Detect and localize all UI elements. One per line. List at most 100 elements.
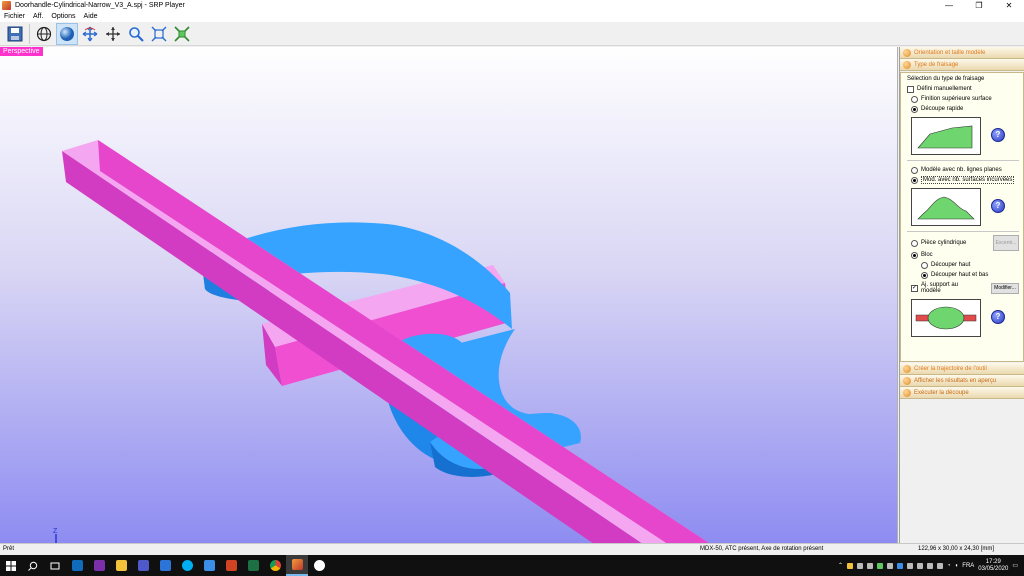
fit-all-button[interactable]: [171, 23, 193, 45]
tray-icon[interactable]: [917, 562, 924, 569]
menu-fichier[interactable]: Fichier: [4, 13, 25, 20]
excentric-button[interactable]: Excentr...: [993, 235, 1019, 251]
volume-icon[interactable]: ◖: [955, 563, 959, 569]
rotate-button[interactable]: [79, 23, 101, 45]
cut-top-bottom-radio-row[interactable]: Découper haut et bas: [907, 270, 1019, 280]
support-row: ✓ Aj. support au modèle Modifier...: [907, 280, 1019, 296]
app-x-icon: [159, 560, 171, 571]
save-icon: [7, 26, 23, 41]
selection-title: Sélection du type de fraisage: [907, 76, 985, 82]
tray-icon[interactable]: [937, 562, 944, 569]
tray-icon[interactable]: [927, 562, 934, 569]
model-curved-preview-row: ?: [907, 185, 1019, 226]
menu-aide[interactable]: Aide: [84, 13, 98, 20]
tray-icon[interactable]: [907, 562, 914, 569]
manual-checkbox-row[interactable]: Défini manuellement: [907, 84, 1019, 94]
tray-icon[interactable]: [847, 562, 854, 569]
header-milling-type[interactable]: Type de fraisage: [900, 59, 1024, 71]
finish-top-radio-row[interactable]: Finition supérieure surface: [907, 94, 1019, 104]
header-preview-label: Afficher les résultats en aperçu: [914, 377, 997, 384]
save-button[interactable]: [4, 23, 26, 45]
taskbar-explorer[interactable]: [110, 555, 132, 576]
tray-icon[interactable]: [877, 562, 884, 569]
onenote-icon: [93, 560, 105, 571]
globe-button[interactable]: [33, 23, 55, 45]
tray-icon[interactable]: [867, 562, 874, 569]
milling-type-body: Sélection du type de fraisage Défini man…: [900, 72, 1024, 362]
tray-icon[interactable]: [857, 562, 864, 569]
cut-top-radio-row[interactable]: Découper haut: [907, 260, 1019, 270]
sphere-button[interactable]: [56, 22, 78, 45]
finish-top-radio[interactable]: [911, 95, 918, 103]
fast-cut-radio-row[interactable]: Découpe rapide: [907, 104, 1019, 114]
taskbar-skype[interactable]: [176, 555, 198, 576]
help-fast-cut-button[interactable]: ?: [991, 127, 1005, 142]
taskbar-app-white[interactable]: [308, 555, 330, 576]
model-curved-radio-row[interactable]: Mod. avec nb. surfaces incurvées: [907, 175, 1019, 185]
menu-aff[interactable]: Aff.: [33, 13, 43, 20]
header-execute[interactable]: Exécuter la découpe: [900, 387, 1024, 399]
taskbar-onenote[interactable]: [88, 555, 110, 576]
search-button[interactable]: [22, 555, 44, 576]
move-icon: [106, 26, 120, 41]
globe-icon: [36, 26, 52, 41]
cut-top-bottom-radio[interactable]: [921, 271, 928, 279]
help-support-button[interactable]: ?: [991, 309, 1005, 324]
maximize-button[interactable]: ❐: [964, 0, 994, 11]
move-button[interactable]: [102, 23, 124, 45]
excel-icon: [247, 560, 259, 571]
taskbar-teams[interactable]: [132, 555, 154, 576]
expand-icon: [903, 364, 911, 373]
cylindrical-radio[interactable]: [911, 239, 918, 247]
taskbar-outlook[interactable]: [66, 555, 88, 576]
taskbar-powerpoint[interactable]: [220, 555, 242, 576]
model-flat-radio-row[interactable]: Modèle avec nb. lignes planes: [907, 165, 1019, 175]
minimize-button[interactable]: —: [934, 0, 964, 11]
block-radio[interactable]: [911, 251, 918, 259]
block-radio-row[interactable]: Bloc: [907, 250, 1019, 260]
clock-time: 17:29: [985, 558, 1001, 565]
zoom-button[interactable]: [125, 23, 147, 45]
folder-icon: [115, 560, 127, 571]
taskbar-chrome[interactable]: [264, 555, 286, 576]
header-toolpath[interactable]: Créer la trajectoire de l'outil: [900, 363, 1024, 375]
tray-icon[interactable]: [887, 562, 894, 569]
chrome-icon: [269, 560, 281, 571]
task-view-button[interactable]: [44, 555, 66, 576]
tray-chevron-icon[interactable]: ⌃: [838, 562, 843, 569]
tray-icon[interactable]: [897, 562, 904, 569]
support-checkbox[interactable]: ✓: [911, 284, 918, 292]
taskbar-srp-player[interactable]: [286, 555, 308, 576]
perspective-label[interactable]: Perspective: [0, 47, 43, 56]
menu-options[interactable]: Options: [51, 13, 75, 20]
notification-icon[interactable]: ▭: [1012, 562, 1018, 569]
help-model-curved-button[interactable]: ?: [991, 198, 1005, 213]
axis-indicator: Z Y X: [53, 528, 58, 543]
taskbar-app-blue[interactable]: [198, 555, 220, 576]
header-orientation[interactable]: Orientation et taille modèle: [900, 47, 1024, 59]
taskbar-excel[interactable]: [242, 555, 264, 576]
close-button[interactable]: ✕: [994, 0, 1024, 11]
3d-viewport[interactable]: Perspective Z: [0, 47, 898, 543]
language-indicator[interactable]: FRA: [962, 563, 974, 569]
wifi-icon[interactable]: ◔: [947, 563, 951, 569]
model-flat-radio[interactable]: [911, 166, 918, 174]
fit-button[interactable]: [148, 23, 170, 45]
taskbar-app-x[interactable]: [154, 555, 176, 576]
expand-icon: [903, 48, 911, 57]
fit-icon: [151, 26, 167, 41]
clock[interactable]: 17:29 03/05/2020: [978, 559, 1008, 573]
support-checkbox-row[interactable]: ✓ Aj. support au modèle: [911, 282, 958, 294]
modify-button[interactable]: Modifier...: [991, 282, 1019, 294]
manual-checkbox[interactable]: [907, 85, 914, 93]
cylindrical-radio-row[interactable]: Pièce cylindrique: [911, 239, 966, 247]
header-preview[interactable]: Afficher les résultats en aperçu: [900, 375, 1024, 387]
windows-start-button[interactable]: [0, 555, 22, 576]
fast-cut-radio[interactable]: [911, 105, 918, 113]
cut-top-radio[interactable]: [921, 261, 928, 269]
title-bar: Doorhandle-Cylindrical-Narrow_V3_A.spj -…: [0, 0, 1024, 11]
support-preview: [911, 299, 981, 337]
model-curved-preview: [911, 188, 981, 226]
divider: [907, 231, 1019, 232]
model-curved-radio[interactable]: [911, 176, 918, 184]
